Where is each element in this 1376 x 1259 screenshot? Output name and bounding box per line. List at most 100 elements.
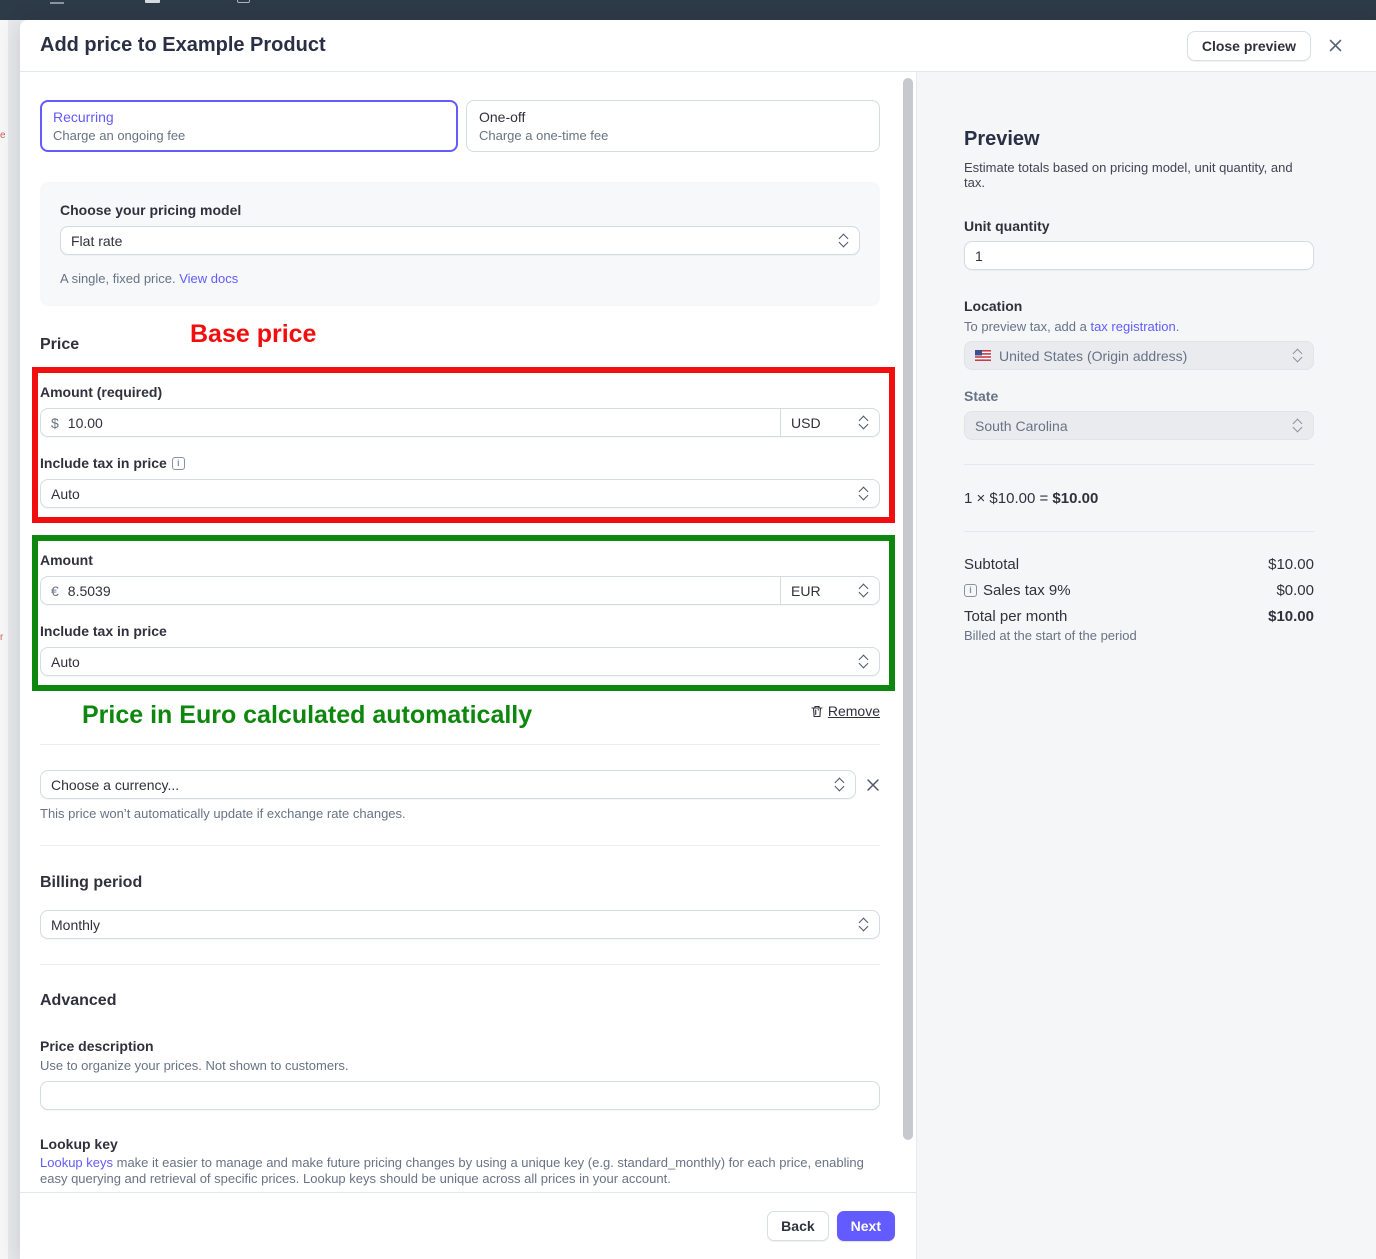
recurring-label: Recurring: [53, 109, 445, 125]
lookup-key-label: Lookup key: [40, 1136, 880, 1152]
euro-currency-select[interactable]: EUR: [780, 576, 880, 605]
pricing-type-recurring[interactable]: Recurring Charge an ongoing fee: [40, 100, 458, 152]
chevron-up-down-icon: [858, 917, 869, 932]
euro-amount-group: € 8.5039 EUR: [40, 576, 880, 605]
country-select[interactable]: United States (Origin address): [964, 341, 1314, 370]
annotation-base-price: Base price: [190, 320, 316, 349]
modal-footer: Back Next: [20, 1192, 916, 1259]
view-docs-link[interactable]: View docs: [179, 271, 238, 286]
calculation-total: $10.00: [1052, 490, 1098, 507]
info-icon: [172, 457, 185, 470]
trash-icon: [811, 705, 823, 718]
price-heading-row: Price Base price: [40, 336, 880, 358]
pricing-type-oneoff[interactable]: One-off Charge a one-time fee: [466, 100, 880, 152]
amount-label: Amount: [40, 552, 93, 568]
menu-icon: [50, 0, 64, 4]
page-backdrop: e r: [0, 20, 20, 1259]
divider: [964, 531, 1314, 532]
modal-header: Add price to Example Product Close previ…: [20, 20, 1376, 72]
include-tax-label: Include tax in price: [40, 455, 167, 471]
billing-note: Billed at the start of the period: [964, 628, 1314, 643]
chevron-up-down-icon: [858, 654, 869, 669]
location-label: Location: [964, 298, 1314, 314]
base-currency-select[interactable]: USD: [780, 408, 880, 437]
close-preview-button[interactable]: Close preview: [1187, 31, 1311, 61]
country-value: United States (Origin address): [999, 348, 1187, 364]
amount-required-label: Amount (required): [40, 384, 162, 400]
base-amount-input[interactable]: $ 10.00: [40, 408, 781, 437]
calculation-line: 1 × $10.00 = $10.00: [964, 490, 1314, 507]
remove-currency-icon[interactable]: [866, 778, 880, 792]
euro-price-annotation-box: Amount € 8.5039 EUR Include tax in price: [32, 535, 895, 691]
pricing-model-label: Choose your pricing model: [60, 202, 860, 218]
currency-picker-row: Choose a currency...: [40, 770, 880, 799]
billing-period-select[interactable]: Monthly: [40, 910, 880, 939]
base-amount-group: $ 10.00 USD: [40, 408, 880, 437]
backdrop-text-fragment: r: [0, 632, 5, 644]
next-button[interactable]: Next: [837, 1211, 895, 1241]
app-icon: [145, 0, 160, 3]
euro-tax-value: Auto: [51, 654, 80, 670]
price-description-label: Price description: [40, 1038, 880, 1054]
advanced-heading: Advanced: [40, 992, 880, 1010]
sales-tax-row: Sales tax 9% $0.00: [964, 582, 1314, 599]
price-description-input[interactable]: [40, 1081, 880, 1110]
chevron-up-down-icon: [838, 233, 849, 248]
info-icon: [964, 584, 977, 597]
preview-panel: Preview Estimate totals based on pricing…: [916, 72, 1376, 1259]
state-label: State: [964, 388, 1314, 404]
base-amount-value: 10.00: [68, 415, 103, 431]
chevron-up-down-icon: [834, 777, 845, 792]
euro-amount-input[interactable]: € 8.5039: [40, 576, 781, 605]
clipboard-icon: [237, 0, 250, 3]
total-per-month-row: Total per month $10.00: [964, 608, 1314, 625]
currency-picker-helper: This price won’t automatically update if…: [40, 806, 880, 821]
choose-currency-select[interactable]: Choose a currency...: [40, 770, 856, 799]
pricing-model-section: Choose your pricing model Flat rate A si…: [40, 182, 880, 306]
modal-title: Add price to Example Product: [40, 34, 1187, 57]
state-select[interactable]: South Carolina: [964, 411, 1314, 440]
base-tax-select[interactable]: Auto: [40, 479, 880, 508]
modal-scrollbar[interactable]: [903, 78, 913, 1140]
back-button[interactable]: Back: [767, 1211, 828, 1241]
euro-tax-select[interactable]: Auto: [40, 647, 880, 676]
totals-section: Subtotal $10.00 Sales tax 9% $0.00 Total…: [964, 556, 1314, 643]
chevron-up-down-icon: [858, 583, 869, 598]
euro-currency-value: EUR: [791, 583, 821, 599]
pricing-type-cards: Recurring Charge an ongoing fee One-off …: [40, 100, 880, 152]
euro-annotation-row: Price in Euro calculated automatically R…: [40, 701, 880, 730]
location-helper: To preview tax, add a tax registration.: [964, 319, 1314, 334]
choose-currency-placeholder: Choose a currency...: [51, 777, 179, 793]
recurring-description: Charge an ongoing fee: [53, 128, 445, 143]
preview-subtitle: Estimate totals based on pricing model, …: [964, 160, 1314, 190]
backdrop-scrollbar: [8, 20, 20, 1259]
unit-quantity-input[interactable]: [964, 241, 1314, 270]
chevron-up-down-icon: [858, 486, 869, 501]
close-icon[interactable]: [1328, 38, 1343, 53]
chevron-up-down-icon: [1292, 418, 1303, 433]
remove-price-link[interactable]: Remove: [811, 703, 880, 719]
state-value: South Carolina: [975, 418, 1068, 434]
lookup-key-helper: Lookup keys make it easier to manage and…: [40, 1155, 880, 1187]
base-price-annotation-box: Amount (required) $ 10.00 USD Include ta…: [32, 367, 895, 523]
lookup-keys-link[interactable]: Lookup keys: [40, 1155, 113, 1170]
divider: [40, 744, 880, 745]
pricing-model-helper: A single, fixed price. View docs: [60, 271, 860, 286]
oneoff-label: One-off: [479, 109, 867, 125]
divider: [40, 964, 880, 965]
add-price-modal: Add price to Example Product Close previ…: [20, 20, 1376, 1259]
tax-registration-link[interactable]: tax registration: [1090, 319, 1175, 334]
base-currency-value: USD: [791, 415, 821, 431]
euro-symbol: €: [51, 583, 59, 599]
euro-amount-value: 8.5039: [68, 583, 111, 599]
base-tax-value: Auto: [51, 486, 80, 502]
preview-heading: Preview: [964, 128, 1314, 151]
annotation-euro-note: Price in Euro calculated automatically: [82, 701, 532, 730]
pricing-model-value: Flat rate: [71, 233, 122, 249]
backdrop-text-fragment: e: [0, 130, 5, 142]
form-scroll-area: Recurring Charge an ongoing fee One-off …: [20, 72, 916, 1192]
include-tax-label: Include tax in price: [40, 623, 167, 639]
us-flag-icon: [975, 348, 991, 364]
pricing-model-select[interactable]: Flat rate: [60, 226, 860, 255]
top-toolbar: [0, 0, 1376, 20]
